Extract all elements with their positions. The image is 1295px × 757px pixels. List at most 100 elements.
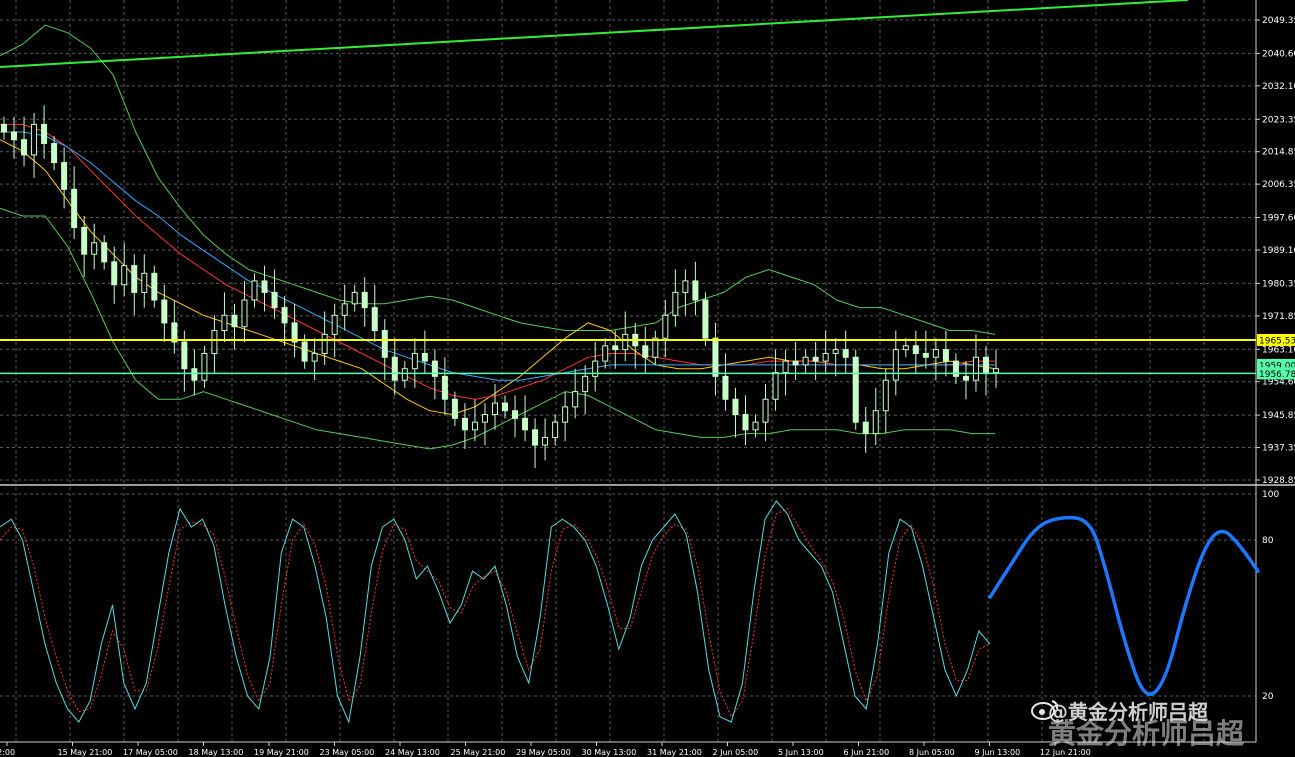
candle-body [421,352,428,362]
time-tick-label: 29 May 05:00 [516,748,571,757]
candle-body [251,280,258,301]
candle-body [542,436,549,446]
candle-body [191,368,198,381]
time-tick-label: 24 May 13:00 [385,748,440,757]
time-tick-label: 2 Jun 05:00 [713,748,759,757]
price-tag: 1965.53 [1257,333,1295,346]
candle-body [842,349,849,358]
candle [702,292,709,346]
time-tick-label: 31 May 21:00 [647,748,702,757]
candle-body [1,123,7,133]
candle-body [201,352,208,381]
candle-body [91,242,98,255]
candle-body [411,352,418,370]
candle-body [772,372,779,400]
candle-body [712,337,719,377]
candle-body [782,360,789,374]
price-tick-label: 1928.85 [1262,476,1295,486]
candle-body [101,242,108,263]
time-tick-label: 6 Jun 21:00 [844,748,890,757]
candle-body [922,352,929,358]
candle-body [832,349,839,354]
candle-body [512,410,519,419]
time-tick-label: 19 May 21:00 [254,748,309,757]
candle-body [301,341,308,362]
candle-body [982,356,989,374]
candle-body [401,368,408,381]
price-tick-label: 1989.10 [1262,246,1295,256]
time-tick-label: 25 May 21:00 [451,748,506,757]
candle-body [882,379,889,412]
candle-body [702,299,709,339]
time-tick-label: 9 Jun 13:00 [975,748,1021,757]
candle-body [742,414,749,431]
watermark-text-large: 黄金分析师吕超 [1048,717,1245,750]
candle-body [802,356,809,366]
candle-body [722,375,729,400]
candle-body [41,123,48,144]
candle-body [962,375,969,381]
price-tick-label: 2023.35 [1262,115,1295,125]
oscillator-tick-label: 20 [1262,692,1274,702]
candle-body [51,142,58,164]
candle-body [692,280,699,301]
candle-body [562,406,569,423]
candle-body [972,356,979,381]
candle-body [371,307,378,332]
candle-body [391,356,398,381]
candle [852,349,859,430]
candle-body [942,349,949,362]
candle-body [111,261,118,286]
candle-body [321,333,328,354]
time-tick-label: 18 May 13:00 [189,748,244,757]
candle-body [912,345,919,354]
candle-body [21,139,28,156]
time-tick-label: 5 Jun 13:00 [778,748,824,757]
time-tick-label: 23 May 05:00 [320,748,375,757]
candle-body [241,299,248,328]
candle-body [351,291,358,305]
candle-body [662,314,669,339]
candle-body [481,414,488,423]
time-tick-label: 12:00 [0,748,15,757]
candle-body [862,421,869,435]
candle-body [502,402,509,412]
price-tick-label: 1963.10 [1262,345,1295,355]
price-tick-label: 1980.35 [1262,279,1295,289]
candle-body [892,349,899,381]
candle-body [311,352,318,362]
time-tick-label: 8 Jun 05:00 [909,748,955,757]
candle-body [361,291,368,309]
candle-body [491,402,498,416]
candle-body [181,341,188,370]
time-tick-label: 15 May 21:00 [58,748,113,757]
candle-body [582,375,589,393]
candle-body [532,429,539,446]
candle-body [872,410,879,435]
candle-body [11,131,18,141]
candle-body [822,352,829,362]
price-tick-label: 2006.35 [1262,180,1295,190]
candle-body [61,162,68,190]
candle-body [81,226,88,255]
candle-body [71,188,78,228]
price-tick-label: 2040.60 [1262,49,1295,59]
candle-body [812,356,819,362]
candle-body [732,398,739,416]
candle-body [792,360,799,366]
candle-body [932,349,939,358]
candle-body [762,398,769,423]
oscillator-tick-label: 100 [1262,490,1279,500]
candle-body [522,417,529,431]
candle-body [552,421,559,438]
candle-body [281,307,288,324]
candle-body [341,303,348,316]
price-tick-label: 2014.85 [1262,148,1295,158]
price-tag: 1956.78 [1257,367,1295,380]
price-tag-label: 1965.53 [1259,336,1295,346]
candle-body [682,280,689,293]
price-tick-label: 1945.85 [1262,411,1295,421]
candle-body [441,375,448,400]
trading-chart: 2049.35 2040.60 2032.10 2023.35 2014.85 2006.… [0,0,1295,757]
candle-body [221,314,228,332]
